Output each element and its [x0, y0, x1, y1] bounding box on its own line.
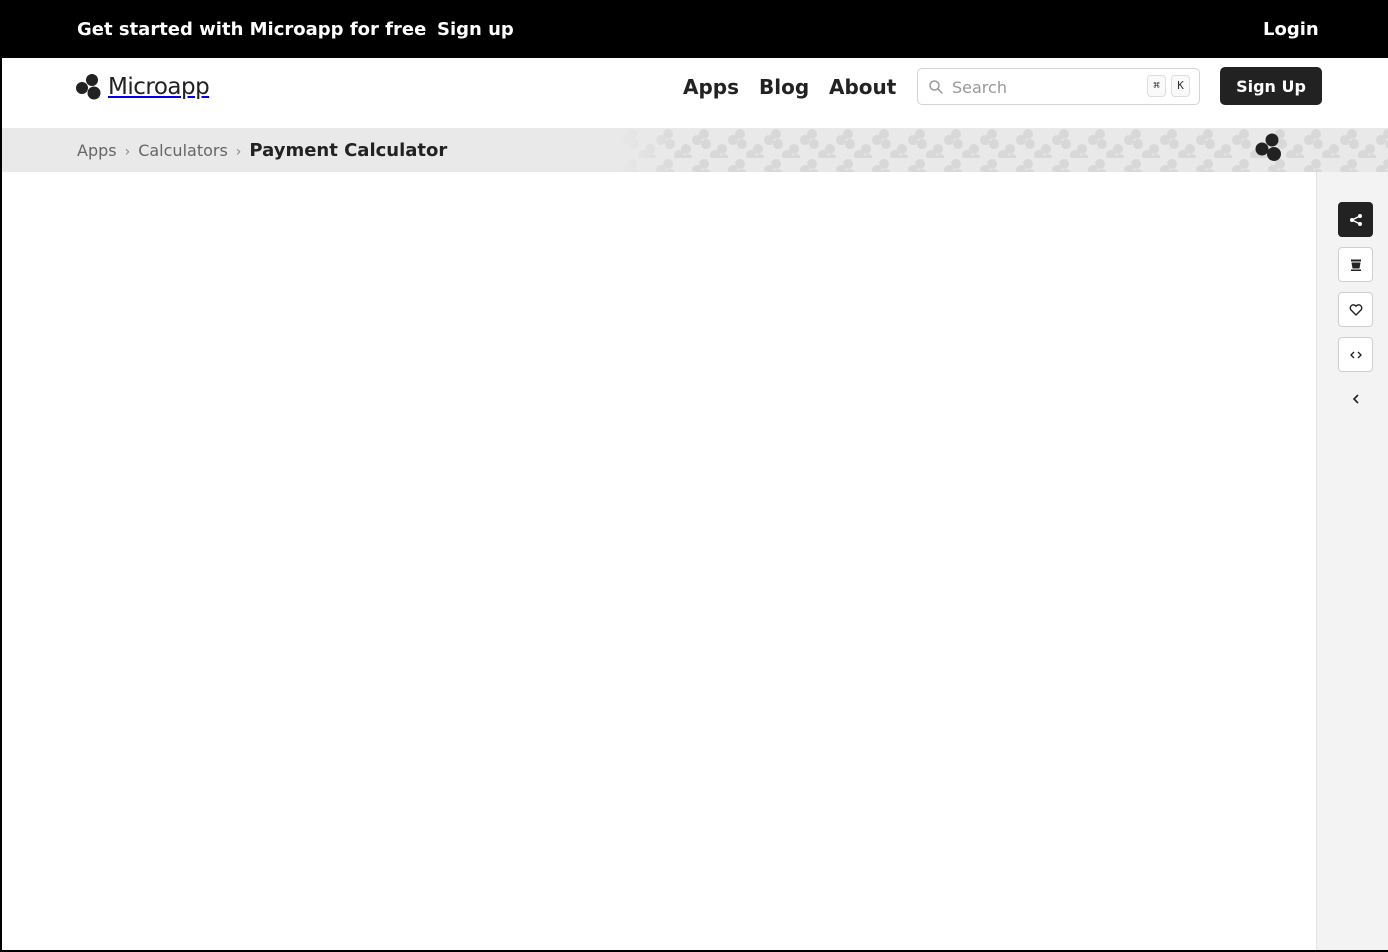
search-icon	[929, 80, 943, 94]
banner-signup-link[interactable]: Sign up	[437, 19, 514, 40]
page: Get started with Microapp for free Sign …	[2, 2, 1388, 950]
search-box[interactable]: ⌘ K	[917, 68, 1200, 105]
chevron-left-icon	[1352, 394, 1359, 404]
app-content	[2, 172, 1316, 950]
buy-coffee-button[interactable]	[1338, 247, 1373, 282]
app-logo-icon	[1255, 133, 1281, 161]
nav-blog[interactable]: Blog	[759, 75, 809, 99]
coffee-icon	[1350, 259, 1361, 271]
login-link[interactable]: Login	[1263, 19, 1319, 40]
share-icon	[1349, 213, 1362, 226]
breadcrumb-calculators[interactable]: Calculators	[138, 141, 228, 160]
microapp-logo-icon	[76, 74, 101, 100]
breadcrumb-bar: Apps › Calculators › Payment Calculator	[2, 128, 1388, 172]
page-title: Payment Calculator	[249, 140, 448, 161]
site-header: Microapp Apps Blog About ⌘ K Sign Up	[2, 58, 1388, 128]
breadcrumb-separator: ›	[124, 144, 131, 160]
promo-text: Get started with Microapp for free	[77, 19, 427, 40]
heart-icon	[1349, 303, 1362, 316]
logo-text: Microapp	[108, 74, 210, 100]
shortcut-cmd-key: ⌘	[1147, 75, 1166, 97]
shortcut-k-key: K	[1171, 75, 1190, 97]
share-button[interactable]	[1338, 202, 1373, 237]
code-icon	[1349, 351, 1362, 358]
logo[interactable]: Microapp	[74, 72, 210, 102]
collapse-rail-button[interactable]	[1349, 391, 1363, 407]
promo-banner: Get started with Microapp for free Sign …	[2, 2, 1388, 58]
favorite-button[interactable]	[1338, 292, 1373, 327]
breadcrumb-separator: ›	[235, 144, 242, 160]
breadcrumb: Apps › Calculators › Payment Calculator	[77, 140, 447, 161]
signup-button[interactable]: Sign Up	[1220, 67, 1322, 105]
nav-about[interactable]: About	[829, 75, 896, 99]
nav-apps[interactable]: Apps	[683, 75, 739, 99]
breadcrumb-apps[interactable]: Apps	[77, 141, 117, 160]
action-rail	[1316, 172, 1388, 950]
embed-code-button[interactable]	[1338, 337, 1373, 372]
search-input[interactable]	[952, 75, 1132, 99]
